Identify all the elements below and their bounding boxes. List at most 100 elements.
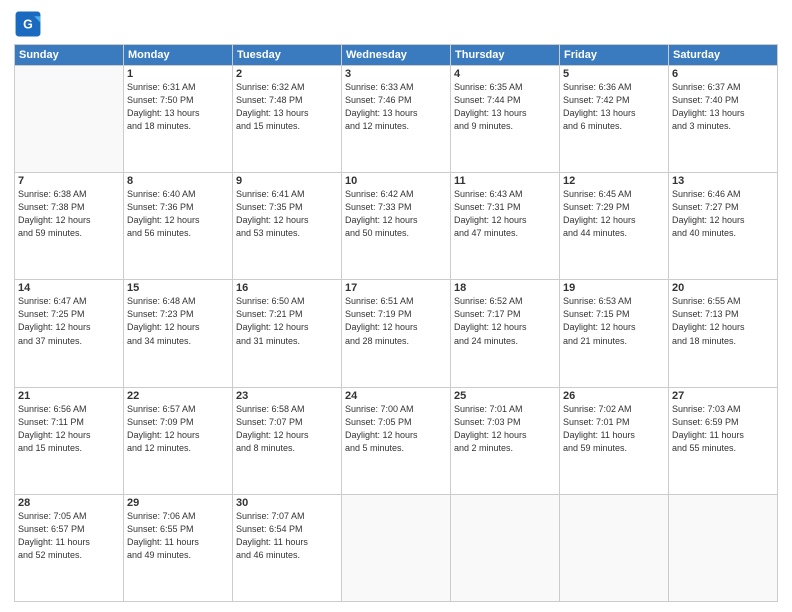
week-row-1: 7Sunrise: 6:38 AMSunset: 7:38 PMDaylight… (15, 173, 778, 280)
calendar-cell: 30Sunrise: 7:07 AMSunset: 6:54 PMDayligh… (233, 494, 342, 601)
logo-icon: G (14, 10, 42, 38)
day-number: 30 (236, 497, 338, 509)
day-detail: Sunrise: 6:56 AMSunset: 7:11 PMDaylight:… (18, 403, 120, 455)
calendar-cell: 19Sunrise: 6:53 AMSunset: 7:15 PMDayligh… (560, 280, 669, 387)
header: G (14, 10, 778, 38)
day-number: 21 (18, 390, 120, 402)
day-number: 16 (236, 282, 338, 294)
calendar-cell: 29Sunrise: 7:06 AMSunset: 6:55 PMDayligh… (124, 494, 233, 601)
calendar-cell (15, 66, 124, 173)
svg-text:G: G (23, 18, 33, 32)
header-friday: Friday (560, 45, 669, 66)
day-detail: Sunrise: 6:53 AMSunset: 7:15 PMDaylight:… (563, 295, 665, 347)
day-number: 14 (18, 282, 120, 294)
day-detail: Sunrise: 6:57 AMSunset: 7:09 PMDaylight:… (127, 403, 229, 455)
calendar-cell: 5Sunrise: 6:36 AMSunset: 7:42 PMDaylight… (560, 66, 669, 173)
calendar-cell (669, 494, 778, 601)
day-number: 23 (236, 390, 338, 402)
day-detail: Sunrise: 6:55 AMSunset: 7:13 PMDaylight:… (672, 295, 774, 347)
page: G SundayMondayTuesdayWednesdayThursdayFr… (0, 0, 792, 612)
day-number: 26 (563, 390, 665, 402)
logo: G (14, 10, 46, 38)
calendar-cell: 8Sunrise: 6:40 AMSunset: 7:36 PMDaylight… (124, 173, 233, 280)
day-detail: Sunrise: 6:48 AMSunset: 7:23 PMDaylight:… (127, 295, 229, 347)
calendar-cell (560, 494, 669, 601)
calendar-cell: 17Sunrise: 6:51 AMSunset: 7:19 PMDayligh… (342, 280, 451, 387)
day-detail: Sunrise: 6:43 AMSunset: 7:31 PMDaylight:… (454, 188, 556, 240)
calendar-cell: 2Sunrise: 6:32 AMSunset: 7:48 PMDaylight… (233, 66, 342, 173)
calendar-cell: 9Sunrise: 6:41 AMSunset: 7:35 PMDaylight… (233, 173, 342, 280)
calendar-cell: 18Sunrise: 6:52 AMSunset: 7:17 PMDayligh… (451, 280, 560, 387)
day-number: 17 (345, 282, 447, 294)
day-detail: Sunrise: 7:05 AMSunset: 6:57 PMDaylight:… (18, 510, 120, 562)
calendar-cell: 15Sunrise: 6:48 AMSunset: 7:23 PMDayligh… (124, 280, 233, 387)
day-number: 4 (454, 68, 556, 80)
calendar-cell: 14Sunrise: 6:47 AMSunset: 7:25 PMDayligh… (15, 280, 124, 387)
day-detail: Sunrise: 6:31 AMSunset: 7:50 PMDaylight:… (127, 81, 229, 133)
calendar-cell: 26Sunrise: 7:02 AMSunset: 7:01 PMDayligh… (560, 387, 669, 494)
calendar-cell: 23Sunrise: 6:58 AMSunset: 7:07 PMDayligh… (233, 387, 342, 494)
calendar-cell (451, 494, 560, 601)
calendar-cell: 13Sunrise: 6:46 AMSunset: 7:27 PMDayligh… (669, 173, 778, 280)
calendar-cell: 24Sunrise: 7:00 AMSunset: 7:05 PMDayligh… (342, 387, 451, 494)
day-number: 18 (454, 282, 556, 294)
day-detail: Sunrise: 6:38 AMSunset: 7:38 PMDaylight:… (18, 188, 120, 240)
calendar-cell: 4Sunrise: 6:35 AMSunset: 7:44 PMDaylight… (451, 66, 560, 173)
calendar-cell: 11Sunrise: 6:43 AMSunset: 7:31 PMDayligh… (451, 173, 560, 280)
day-detail: Sunrise: 7:02 AMSunset: 7:01 PMDaylight:… (563, 403, 665, 455)
calendar-cell (342, 494, 451, 601)
day-detail: Sunrise: 6:50 AMSunset: 7:21 PMDaylight:… (236, 295, 338, 347)
day-number: 27 (672, 390, 774, 402)
header-thursday: Thursday (451, 45, 560, 66)
day-number: 20 (672, 282, 774, 294)
day-number: 25 (454, 390, 556, 402)
day-number: 5 (563, 68, 665, 80)
day-detail: Sunrise: 6:51 AMSunset: 7:19 PMDaylight:… (345, 295, 447, 347)
day-number: 2 (236, 68, 338, 80)
calendar-cell: 6Sunrise: 6:37 AMSunset: 7:40 PMDaylight… (669, 66, 778, 173)
day-detail: Sunrise: 7:03 AMSunset: 6:59 PMDaylight:… (672, 403, 774, 455)
calendar-cell: 7Sunrise: 6:38 AMSunset: 7:38 PMDaylight… (15, 173, 124, 280)
day-detail: Sunrise: 6:45 AMSunset: 7:29 PMDaylight:… (563, 188, 665, 240)
day-detail: Sunrise: 6:47 AMSunset: 7:25 PMDaylight:… (18, 295, 120, 347)
day-detail: Sunrise: 6:37 AMSunset: 7:40 PMDaylight:… (672, 81, 774, 133)
calendar-table: SundayMondayTuesdayWednesdayThursdayFrid… (14, 44, 778, 602)
week-row-0: 1Sunrise: 6:31 AMSunset: 7:50 PMDaylight… (15, 66, 778, 173)
calendar-cell: 16Sunrise: 6:50 AMSunset: 7:21 PMDayligh… (233, 280, 342, 387)
day-number: 8 (127, 175, 229, 187)
day-detail: Sunrise: 6:35 AMSunset: 7:44 PMDaylight:… (454, 81, 556, 133)
day-number: 13 (672, 175, 774, 187)
day-number: 29 (127, 497, 229, 509)
calendar-cell: 21Sunrise: 6:56 AMSunset: 7:11 PMDayligh… (15, 387, 124, 494)
header-saturday: Saturday (669, 45, 778, 66)
calendar-cell: 20Sunrise: 6:55 AMSunset: 7:13 PMDayligh… (669, 280, 778, 387)
day-number: 12 (563, 175, 665, 187)
calendar-cell: 3Sunrise: 6:33 AMSunset: 7:46 PMDaylight… (342, 66, 451, 173)
day-detail: Sunrise: 7:01 AMSunset: 7:03 PMDaylight:… (454, 403, 556, 455)
day-detail: Sunrise: 7:07 AMSunset: 6:54 PMDaylight:… (236, 510, 338, 562)
day-detail: Sunrise: 6:52 AMSunset: 7:17 PMDaylight:… (454, 295, 556, 347)
calendar-cell: 25Sunrise: 7:01 AMSunset: 7:03 PMDayligh… (451, 387, 560, 494)
day-number: 11 (454, 175, 556, 187)
day-number: 28 (18, 497, 120, 509)
day-number: 19 (563, 282, 665, 294)
day-detail: Sunrise: 6:58 AMSunset: 7:07 PMDaylight:… (236, 403, 338, 455)
calendar-cell: 1Sunrise: 6:31 AMSunset: 7:50 PMDaylight… (124, 66, 233, 173)
calendar-header-row: SundayMondayTuesdayWednesdayThursdayFrid… (15, 45, 778, 66)
calendar-cell: 28Sunrise: 7:05 AMSunset: 6:57 PMDayligh… (15, 494, 124, 601)
day-number: 15 (127, 282, 229, 294)
day-detail: Sunrise: 6:42 AMSunset: 7:33 PMDaylight:… (345, 188, 447, 240)
day-number: 3 (345, 68, 447, 80)
week-row-4: 28Sunrise: 7:05 AMSunset: 6:57 PMDayligh… (15, 494, 778, 601)
header-tuesday: Tuesday (233, 45, 342, 66)
day-detail: Sunrise: 6:46 AMSunset: 7:27 PMDaylight:… (672, 188, 774, 240)
day-detail: Sunrise: 6:36 AMSunset: 7:42 PMDaylight:… (563, 81, 665, 133)
day-detail: Sunrise: 6:33 AMSunset: 7:46 PMDaylight:… (345, 81, 447, 133)
day-number: 9 (236, 175, 338, 187)
day-number: 6 (672, 68, 774, 80)
header-monday: Monday (124, 45, 233, 66)
day-detail: Sunrise: 6:32 AMSunset: 7:48 PMDaylight:… (236, 81, 338, 133)
calendar-cell: 10Sunrise: 6:42 AMSunset: 7:33 PMDayligh… (342, 173, 451, 280)
calendar-cell: 22Sunrise: 6:57 AMSunset: 7:09 PMDayligh… (124, 387, 233, 494)
day-number: 1 (127, 68, 229, 80)
